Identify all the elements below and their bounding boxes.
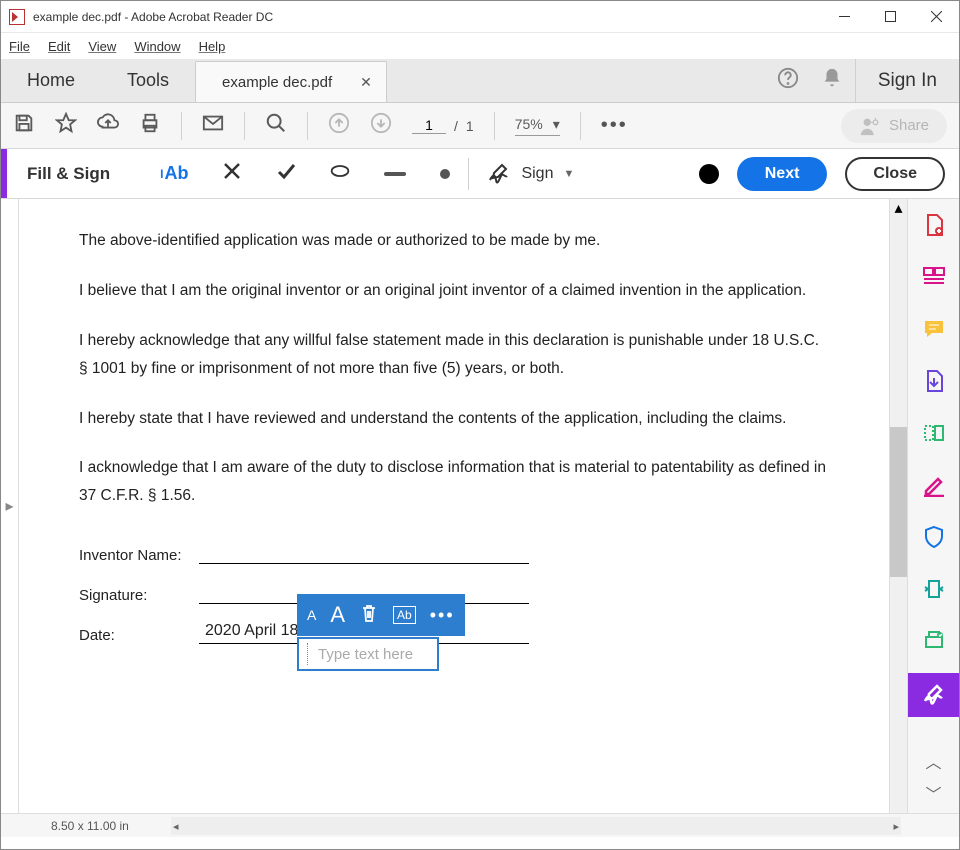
text-edit-toolbar: A A Ab ••• (297, 594, 465, 636)
menu-file[interactable]: File (9, 39, 30, 54)
panel-down-icon[interactable]: ﹀ (925, 781, 941, 805)
toolbar: / 1 75% ▾ ••• Share (1, 103, 959, 149)
chevron-down-icon: ▾ (553, 116, 560, 133)
vertical-scrollbar[interactable]: ▴ (889, 199, 907, 813)
document-area[interactable]: The above-identified application was mad… (19, 199, 889, 813)
app-icon (9, 9, 25, 25)
text-tool[interactable]: IAb (160, 163, 188, 184)
next-button[interactable]: Next (737, 157, 828, 191)
line-tool[interactable] (384, 172, 406, 176)
print-icon[interactable] (139, 112, 161, 139)
form-row-name: Inventor Name: (79, 542, 829, 564)
page-current-input[interactable] (412, 117, 446, 134)
page-dimensions: 8.50 x 11.00 in (51, 819, 129, 833)
placeholder-text: Type text here (318, 646, 413, 663)
export-icon[interactable] (922, 369, 946, 393)
fill-sign-tool-active[interactable] (908, 673, 959, 717)
panel-up-icon[interactable]: ︿ (925, 749, 941, 773)
edit-icon[interactable] (922, 473, 946, 497)
scroll-thumb[interactable] (890, 427, 907, 577)
increase-text-icon[interactable]: A (330, 602, 345, 628)
status-bar: 8.50 x 11.00 in ◂ ▸ (1, 813, 959, 837)
tab-tools[interactable]: Tools (101, 59, 195, 102)
close-button[interactable]: Close (845, 157, 945, 191)
compress-icon[interactable] (922, 577, 946, 601)
create-pdf-icon[interactable] (922, 213, 946, 237)
right-tools-panel: ︿ ﹀ (907, 199, 959, 813)
zoom-dropdown[interactable]: 75% ▾ (515, 116, 560, 136)
zoom-icon[interactable] (265, 112, 287, 139)
tab-document-label: example dec.pdf (222, 74, 332, 91)
close-window-button[interactable] (913, 1, 959, 33)
scroll-left-icon[interactable]: ◂ (173, 820, 179, 833)
menu-bar: File Edit View Window Help (1, 33, 959, 59)
menu-help[interactable]: Help (199, 39, 226, 54)
paragraph: I hereby state that I have reviewed and … (79, 405, 829, 433)
color-swatch[interactable] (699, 164, 719, 184)
tab-bar: Home Tools example dec.pdf ✕ Sign In (1, 59, 959, 103)
page-indicator: / 1 (412, 117, 474, 134)
save-icon[interactable] (13, 112, 35, 139)
page-total: 1 (466, 118, 474, 134)
form-line-name[interactable] (199, 542, 529, 564)
fill-sign-bar: Fill & Sign IAb Sign ▼ Next Close (1, 149, 959, 199)
star-icon[interactable] (55, 112, 77, 139)
menu-view[interactable]: View (88, 39, 116, 54)
tab-document[interactable]: example dec.pdf ✕ (195, 61, 387, 102)
protect-icon[interactable] (922, 525, 946, 549)
cloud-upload-icon[interactable] (97, 112, 119, 139)
paragraph: I acknowledge that I am aware of the dut… (79, 454, 829, 510)
combine-icon[interactable] (922, 265, 946, 289)
paragraph: I hereby acknowledge that any willful fa… (79, 327, 829, 383)
tab-home[interactable]: Home (1, 59, 101, 102)
circle-tool[interactable] (330, 161, 350, 186)
menu-window[interactable]: Window (134, 39, 180, 54)
mail-icon[interactable] (202, 112, 224, 139)
menu-edit[interactable]: Edit (48, 39, 70, 54)
decrease-text-icon[interactable]: A (307, 607, 316, 623)
window-title: example dec.pdf - Adobe Acrobat Reader D… (33, 10, 821, 24)
paragraph: The above-identified application was mad… (79, 227, 829, 255)
maximize-button[interactable] (867, 1, 913, 33)
bell-icon[interactable] (821, 67, 843, 94)
text-style-icon[interactable]: Ab (393, 606, 416, 624)
page: The above-identified application was mad… (19, 199, 889, 813)
share-button[interactable]: Share (841, 109, 947, 143)
sign-tool[interactable]: Sign ▼ (487, 162, 574, 186)
tab-close-icon[interactable]: ✕ (360, 74, 372, 91)
sign-in-button[interactable]: Sign In (855, 59, 959, 102)
dot-tool[interactable] (440, 169, 450, 179)
fill-sign-label: Fill & Sign (7, 164, 130, 184)
organize-icon[interactable] (922, 421, 946, 445)
minimize-button[interactable] (821, 1, 867, 33)
prev-page-icon[interactable] (328, 112, 350, 139)
comment-icon[interactable] (922, 317, 946, 341)
paragraph: I believe that I am the original invento… (79, 277, 829, 305)
expand-left-panel[interactable]: ▸ (1, 199, 19, 813)
chevron-down-icon: ▼ (563, 168, 574, 180)
titlebar: example dec.pdf - Adobe Acrobat Reader D… (1, 1, 959, 33)
x-mark-tool[interactable] (222, 161, 242, 186)
delete-icon[interactable] (359, 603, 379, 628)
scroll-up-icon[interactable]: ▴ (890, 199, 907, 217)
horizontal-scrollbar[interactable]: ◂ ▸ (171, 817, 901, 835)
overflow-menu-icon[interactable]: ••• (601, 114, 628, 137)
next-page-icon[interactable] (370, 112, 392, 139)
check-mark-tool[interactable] (276, 161, 296, 186)
help-icon[interactable] (777, 67, 799, 94)
scroll-right-icon[interactable]: ▸ (893, 820, 899, 833)
text-input-field[interactable]: Type text here (297, 637, 439, 671)
text-cursor (307, 643, 308, 665)
print-production-icon[interactable] (922, 629, 946, 653)
more-options-icon[interactable]: ••• (430, 605, 455, 626)
